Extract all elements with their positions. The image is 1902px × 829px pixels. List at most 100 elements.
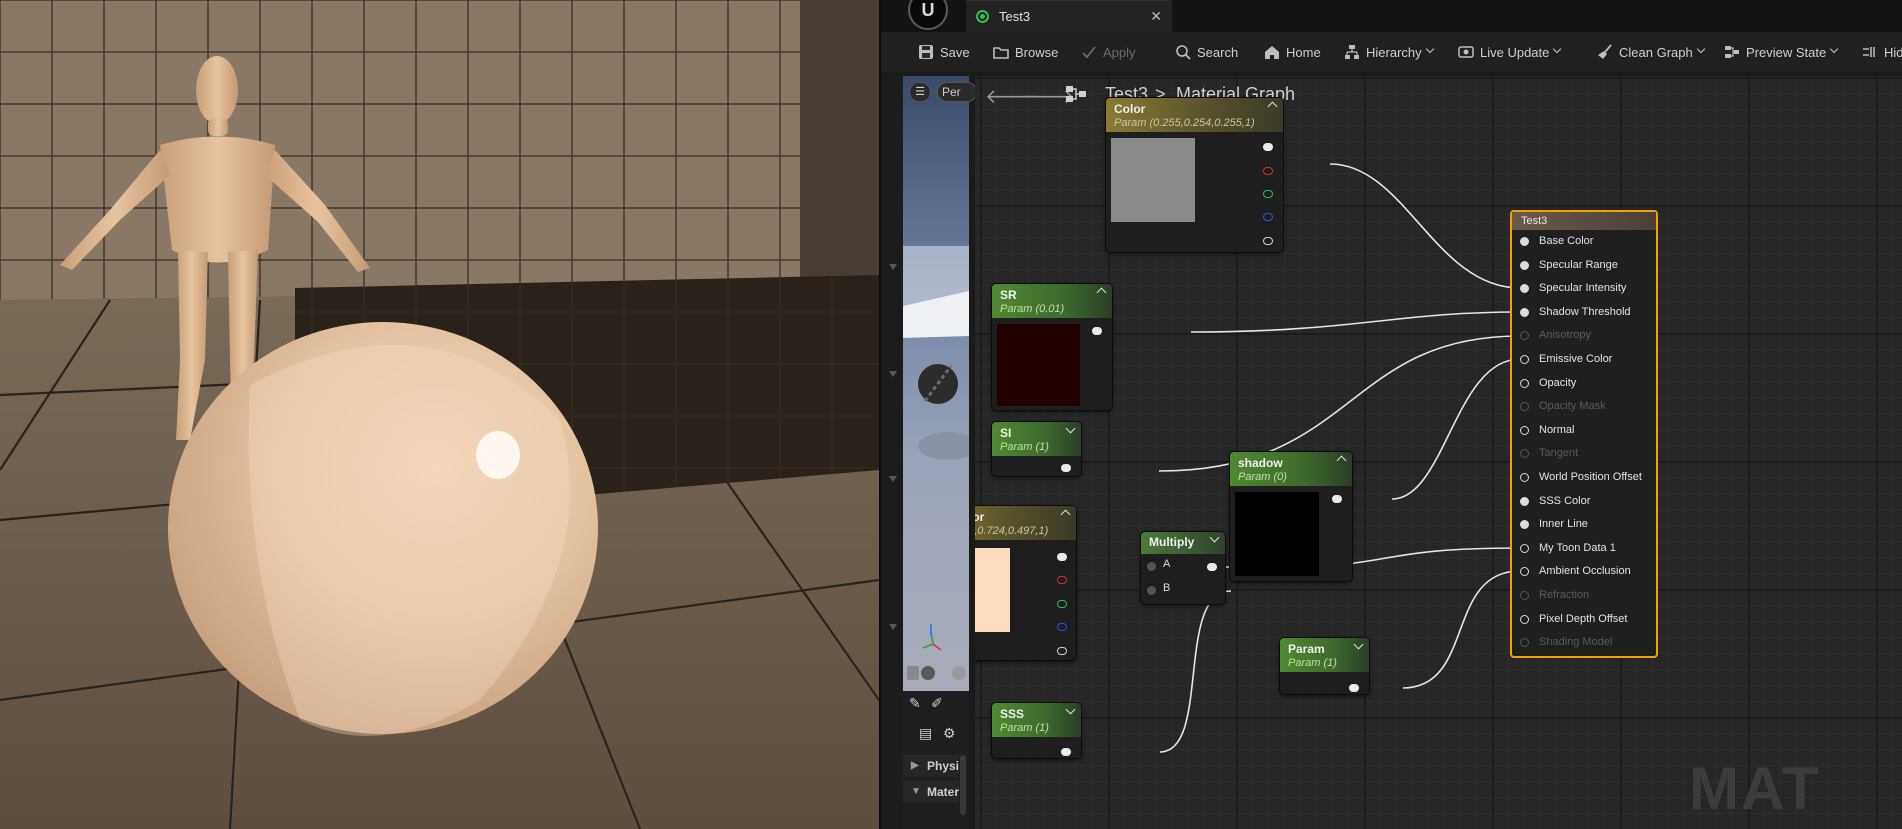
output-r-pin[interactable] [1057, 576, 1067, 584]
input-pin-icon[interactable] [1520, 378, 1529, 388]
input-pin-icon[interactable] [1520, 638, 1529, 648]
close-tab-icon[interactable]: ✕ [1150, 8, 1162, 25]
input-pin-icon[interactable] [1520, 520, 1529, 530]
document-tab[interactable]: Test3 ✕ [966, 0, 1172, 32]
node-si-param[interactable]: SI Param (1) [992, 422, 1081, 476]
output-pin[interactable] [1349, 684, 1359, 692]
result-input-opacity-mask[interactable]: Opacity Mask [1512, 396, 1658, 416]
output-pin[interactable] [1207, 563, 1217, 571]
input-pin-icon[interactable] [1520, 473, 1529, 482]
result-input-specular-intensity[interactable]: Specular Intensity [1512, 278, 1658, 298]
expand-arrow-icon[interactable] [889, 371, 897, 377]
output-a-pin[interactable] [1263, 237, 1273, 245]
node-header[interactable]: Multiply [1141, 532, 1225, 554]
node-header[interactable]: Color Param (0.255,0.254,0.255,1) [1106, 98, 1283, 132]
result-input-normal[interactable]: Normal [1512, 420, 1658, 440]
result-input-pixel-depth-offset[interactable]: Pixel Depth Offset [1512, 609, 1658, 629]
save-button[interactable]: Save [918, 41, 970, 63]
output-a-pin[interactable] [1057, 647, 1067, 655]
result-input-world-position-offset[interactable]: World Position Offset [1512, 467, 1658, 487]
result-input-emissive-color[interactable]: Emissive Color [1512, 349, 1658, 369]
live-update-dropdown[interactable]: Live Update [1458, 41, 1562, 63]
input-pin-icon[interactable] [1520, 284, 1529, 294]
browse-button[interactable]: Browse [993, 41, 1058, 63]
output-pin[interactable] [1061, 748, 1071, 756]
expand-arrow-icon[interactable] [889, 264, 897, 270]
apply-button[interactable]: Apply [1081, 41, 1136, 63]
edit-icon[interactable]: ✐ [931, 695, 943, 712]
node-param[interactable]: Param Param (1) [1280, 638, 1369, 694]
material-preview-viewport[interactable]: ☰ Per [903, 76, 977, 691]
input-pin-icon[interactable] [1520, 260, 1529, 270]
result-input-my-toon-data-1[interactable]: My Toon Data 1 [1512, 538, 1658, 558]
preview-cylinder-icon[interactable] [907, 666, 919, 680]
preview-sphere-icon[interactable] [921, 666, 935, 680]
input-pin-icon[interactable] [1520, 591, 1529, 600]
result-input-refraction[interactable]: Refraction [1512, 585, 1658, 605]
output-rgba-pin[interactable] [1263, 143, 1273, 151]
hide-unrelated-button[interactable]: Hid [1862, 41, 1902, 63]
hierarchy-dropdown[interactable]: Hierarchy [1344, 41, 1434, 63]
result-input-tangent[interactable]: Tangent [1512, 443, 1658, 463]
section-physics[interactable]: ▶ Physi [903, 755, 959, 777]
input-pin-icon[interactable] [1520, 614, 1529, 624]
expand-arrow-icon[interactable] [889, 624, 897, 630]
result-input-shading-model[interactable]: Shading Model [1512, 632, 1658, 652]
output-b-pin[interactable] [1057, 623, 1067, 631]
input-pin-icon[interactable] [1520, 331, 1529, 341]
input-pin-icon[interactable] [1520, 237, 1529, 246]
node-header[interactable]: Param Param (1) [1280, 638, 1369, 672]
input-pin-icon[interactable] [1520, 307, 1529, 317]
output-r-pin[interactable] [1263, 167, 1273, 175]
result-input-sss-color[interactable]: SSS Color [1512, 491, 1658, 511]
pencil-icon[interactable]: ✎ [909, 695, 921, 712]
details-scrollbar[interactable] [960, 755, 966, 815]
clean-graph-dropdown[interactable]: Clean Graph [1597, 41, 1705, 63]
output-pin[interactable] [1332, 495, 1342, 503]
result-node-title[interactable]: Test3 [1512, 212, 1656, 230]
node-sss-param[interactable]: SSS Param (1) [992, 703, 1081, 758]
input-pin-icon[interactable] [1520, 543, 1529, 553]
node-ssscolor-param[interactable]: SSSColor Param (1,0.724,0.497,1) [975, 506, 1076, 660]
input-pin-icon[interactable] [1520, 567, 1529, 577]
node-sr-param[interactable]: SR Param (0.01) [992, 284, 1112, 410]
expand-arrow-icon[interactable] [889, 476, 897, 482]
home-button[interactable]: Home [1264, 41, 1321, 63]
output-g-pin[interactable] [1057, 600, 1067, 608]
node-header[interactable]: SSS Param (1) [992, 703, 1081, 737]
section-material[interactable]: ▼ Mater [903, 781, 959, 803]
input-b-pin[interactable] [1147, 586, 1156, 595]
input-a-pin[interactable] [1147, 562, 1156, 571]
output-pin[interactable] [1061, 464, 1071, 472]
material-result-node[interactable]: Test3 Base Color Specular Range Specular I… [1510, 210, 1658, 658]
input-pin-icon[interactable] [1520, 402, 1529, 412]
node-multiply[interactable]: Multiply A B [1141, 532, 1225, 604]
output-rgba-pin[interactable] [1057, 553, 1067, 561]
result-input-inner-line[interactable]: Inner Line [1512, 514, 1658, 534]
result-input-anisotropy[interactable]: Anisotropy [1512, 325, 1658, 345]
result-input-shadow-threshold[interactable]: Shadow Threshold [1512, 302, 1658, 322]
node-header[interactable]: SSSColor Param (1,0.724,0.497,1) [975, 506, 1076, 540]
table-view-icon[interactable]: ▤ [919, 725, 932, 742]
node-color-param[interactable]: Color Param (0.255,0.254,0.255,1) [1106, 98, 1283, 252]
result-input-specular-range[interactable]: Specular Range [1512, 255, 1658, 275]
result-input-opacity[interactable]: Opacity [1512, 373, 1658, 393]
search-button[interactable]: Search [1175, 41, 1238, 63]
node-shadow-param[interactable]: shadow Param (0) [1230, 452, 1352, 581]
output-pin[interactable] [1092, 327, 1102, 335]
node-header[interactable]: SI Param (1) [992, 422, 1081, 456]
input-pin-icon[interactable] [1520, 449, 1529, 459]
result-input-base-color[interactable]: Base Color [1512, 231, 1658, 251]
preview-state-dropdown[interactable]: Preview State [1724, 41, 1839, 63]
material-graph-canvas[interactable]: 🡐 🡒 Test3 > Material Graph Color Param (… [975, 76, 1902, 829]
input-pin-icon[interactable] [1520, 425, 1529, 435]
output-g-pin[interactable] [1263, 190, 1273, 198]
preview-settings-icon[interactable] [952, 666, 966, 680]
node-header[interactable]: shadow Param (0) [1230, 452, 1352, 486]
gear-icon[interactable]: ⚙ [943, 725, 956, 742]
input-pin-icon[interactable] [1520, 496, 1529, 506]
result-input-ambient-occlusion[interactable]: Ambient Occlusion [1512, 561, 1658, 581]
unreal-logo-icon[interactable]: U [908, 0, 948, 30]
level-viewport[interactable] [0, 0, 879, 829]
node-header[interactable]: SR Param (0.01) [992, 284, 1112, 318]
